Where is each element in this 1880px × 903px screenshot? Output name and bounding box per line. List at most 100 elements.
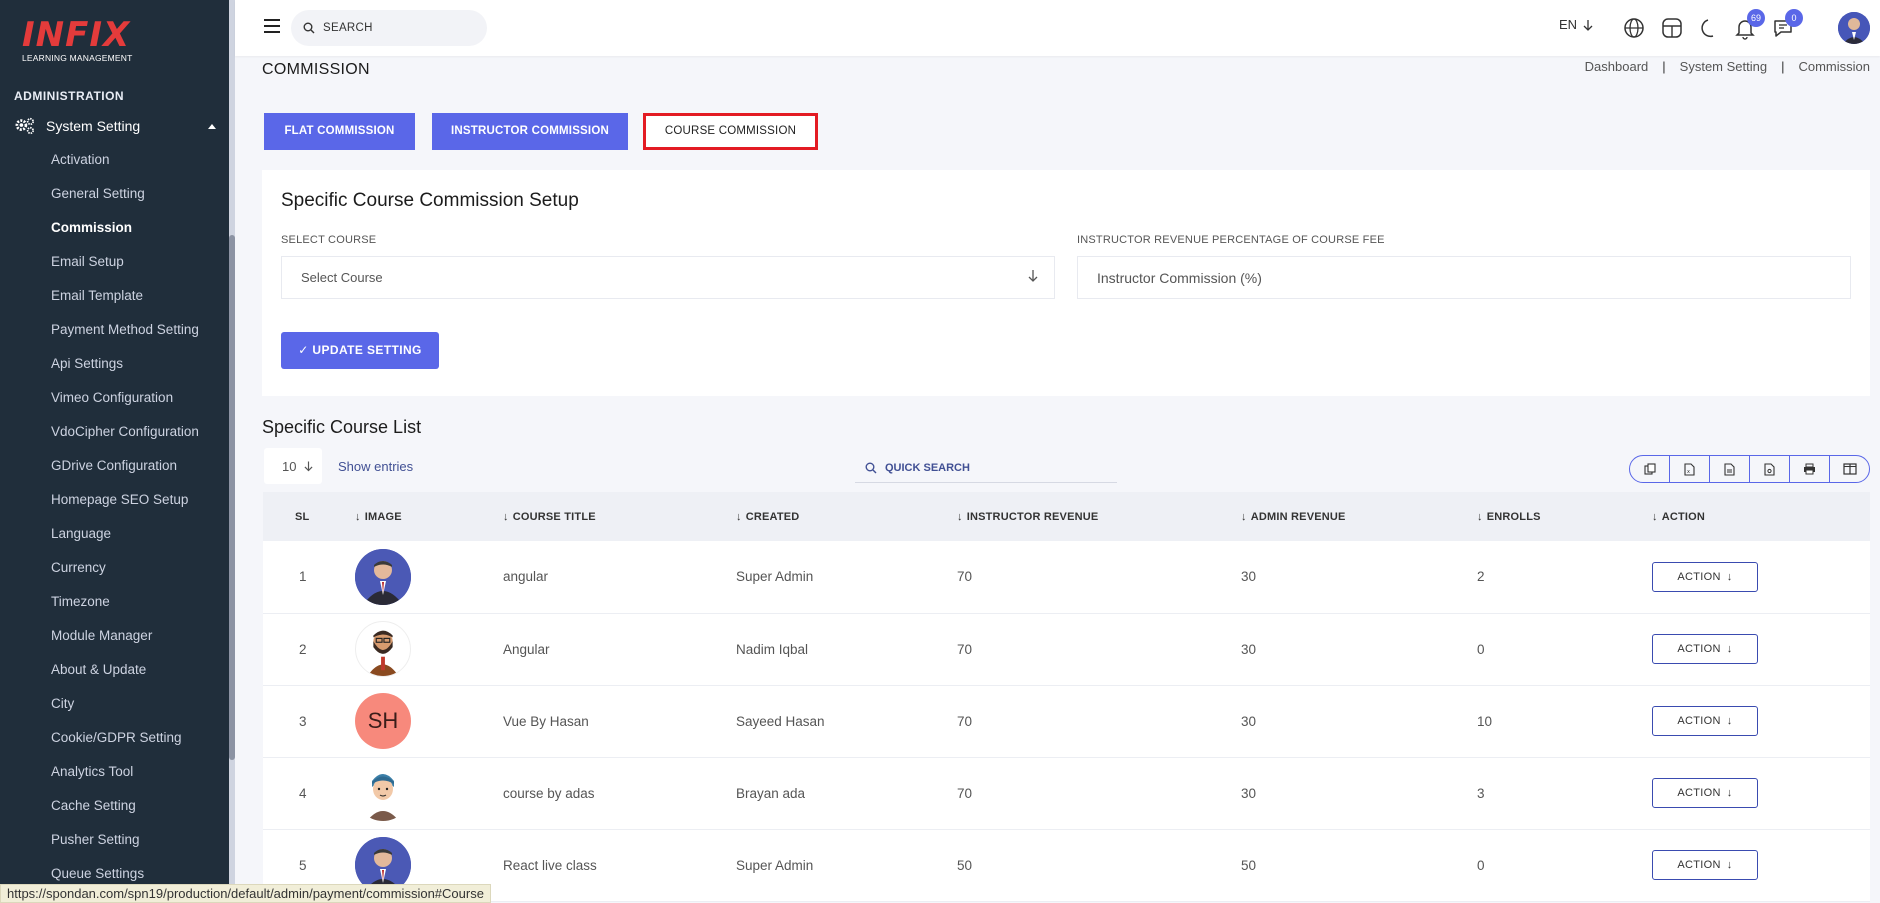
- sidebar-scrollbar[interactable]: [229, 0, 235, 903]
- column-header-admin-revenue[interactable]: ↓ ADMIN REVENUE: [1241, 492, 1477, 541]
- messages[interactable]: 0: [1771, 9, 1803, 40]
- sort-arrow-icon: ↓: [1241, 510, 1247, 523]
- breadcrumb-dashboard[interactable]: Dashboard: [1585, 59, 1649, 74]
- sidebar-item-currency[interactable]: Currency: [51, 556, 199, 590]
- select-course-dropdown[interactable]: Select Course: [281, 256, 1055, 299]
- sort-arrow-icon: ↓: [1652, 510, 1658, 523]
- sidebar-item-payment-method-setting[interactable]: Payment Method Setting: [51, 318, 199, 352]
- copy-button[interactable]: [1630, 456, 1670, 482]
- action-button[interactable]: ACTION ↓: [1652, 778, 1758, 808]
- course-list-heading: Specific Course List: [262, 417, 422, 437]
- sidebar-item-general-setting[interactable]: General Setting: [51, 182, 199, 216]
- action-button[interactable]: ACTION ↓: [1652, 561, 1758, 592]
- search-icon: [303, 22, 315, 34]
- column-header-created[interactable]: ↓ CREATED: [736, 492, 957, 541]
- table-header-row: SL ↓ IMAGE ↓ COURSE TITLE ↓ CREATED ↓ INSTRU…: [263, 492, 1870, 541]
- entries-control: 10 Show entries: [264, 448, 413, 484]
- language-selector[interactable]: EN: [1559, 17, 1593, 32]
- search-input[interactable]: [323, 22, 473, 34]
- sidebar-item-about-update[interactable]: About & Update: [51, 658, 199, 692]
- cell-enrolls: 3: [1477, 785, 1485, 801]
- sidebar-item-language[interactable]: Language: [51, 522, 199, 556]
- scrollbar-thumb[interactable]: [229, 235, 235, 760]
- csv-file-icon: [1724, 462, 1735, 476]
- sidebar-item-module-manager[interactable]: Module Manager: [51, 624, 199, 658]
- arrow-down-icon: [304, 461, 313, 472]
- notification-badge: 69: [1747, 9, 1765, 27]
- sidebar-item-gdrive-configuration[interactable]: GDrive Configuration: [51, 454, 199, 488]
- pdf-button[interactable]: [1750, 456, 1790, 482]
- action-button[interactable]: ACTION ↓: [1652, 706, 1758, 736]
- sidebar-item-commission[interactable]: Commission: [51, 216, 199, 250]
- cell-admin-revenue: 50: [1241, 857, 1257, 873]
- column-header-image[interactable]: ↓ IMAGE: [355, 492, 503, 541]
- course-image[interactable]: [355, 765, 411, 821]
- breadcrumb-system-setting[interactable]: System Setting: [1680, 59, 1767, 74]
- tab-course-commission[interactable]: COURSE COMMISSION: [643, 113, 818, 150]
- sidebar-item-cache-setting[interactable]: Cache Setting: [51, 794, 199, 828]
- sidebar-item-cookie-gdpr-setting[interactable]: Cookie/GDPR Setting: [51, 726, 199, 760]
- svg-text:x: x: [1687, 469, 1690, 475]
- sidebar-item-city[interactable]: City: [51, 692, 199, 726]
- sidebar-item-vimeo-configuration[interactable]: Vimeo Configuration: [51, 386, 199, 420]
- sidebar-item-api-settings[interactable]: Api Settings: [51, 352, 199, 386]
- sidebar-item-timezone[interactable]: Timezone: [51, 590, 199, 624]
- caret-up-icon: [208, 123, 216, 129]
- cell-course-title: angular: [503, 569, 549, 585]
- entries-value: 10: [282, 458, 297, 474]
- arrow-down-icon: ↓: [1726, 570, 1733, 583]
- csv-button[interactable]: [1710, 456, 1750, 482]
- entries-select[interactable]: 10: [264, 448, 322, 484]
- globe-icon[interactable]: [1622, 16, 1646, 40]
- columns-button[interactable]: [1830, 456, 1869, 482]
- user-avatar[interactable]: [1838, 12, 1870, 44]
- quick-search-input[interactable]: [885, 461, 1085, 474]
- cell-sl: 1: [299, 569, 307, 585]
- tab-instructor-commission[interactable]: INSTRUCTOR COMMISSION: [432, 113, 628, 150]
- update-setting-button[interactable]: ✓ UPDATE SETTING: [281, 332, 439, 369]
- sidebar-item-homepage-seo-setup[interactable]: Homepage SEO Setup: [51, 488, 199, 522]
- cell-instructor-revenue: 70: [957, 569, 973, 585]
- layout-icon[interactable]: [1660, 16, 1684, 40]
- column-header-label: ADMIN REVENUE: [1250, 510, 1346, 523]
- course-image[interactable]: [355, 548, 411, 605]
- table-row: 5 React live class Super Admin 50 50 0 A…: [263, 829, 1870, 901]
- sidebar-item-vdocipher-configuration[interactable]: VdoCipher Configuration: [51, 420, 199, 454]
- sort-arrow-icon: ↓: [957, 510, 963, 523]
- action-button[interactable]: ACTION ↓: [1652, 850, 1758, 880]
- print-button[interactable]: [1790, 456, 1830, 482]
- action-button[interactable]: ACTION ↓: [1652, 634, 1758, 664]
- column-header-course-title[interactable]: ↓ COURSE TITLE: [503, 492, 736, 541]
- sidebar-group-system-setting[interactable]: System Setting: [14, 114, 216, 138]
- hamburger-menu-icon[interactable]: [264, 19, 280, 33]
- sidebar-item-analytics-tool[interactable]: Analytics Tool: [51, 760, 199, 794]
- course-table: SL ↓ IMAGE ↓ COURSE TITLE ↓ CREATED ↓ INSTRU…: [263, 492, 1870, 902]
- column-header-sl[interactable]: SL: [263, 492, 355, 541]
- cell-course-title: course by adas: [503, 785, 595, 801]
- excel-button[interactable]: x: [1670, 456, 1710, 482]
- column-header-instructor-revenue[interactable]: ↓ INSTRUCTOR REVENUE: [957, 492, 1241, 541]
- breadcrumb-commission[interactable]: Commission: [1798, 59, 1870, 74]
- logo[interactable]: INFIX LEARNING MANAGEMENT: [22, 18, 142, 68]
- sidebar-item-pusher-setting[interactable]: Pusher Setting: [51, 828, 199, 862]
- top-search[interactable]: [291, 10, 487, 46]
- column-header-label: ACTION: [1661, 510, 1706, 523]
- cell-instructor-revenue: 70: [957, 785, 973, 801]
- column-header-action[interactable]: ↓ ACTION: [1652, 492, 1870, 541]
- course-image-initials[interactable]: SH: [355, 693, 411, 749]
- sidebar-item-email-template[interactable]: Email Template: [51, 284, 199, 318]
- instructor-commission-input[interactable]: [1077, 256, 1851, 299]
- tab-flat-commission[interactable]: FLAT COMMISSION: [264, 113, 415, 150]
- course-image[interactable]: [355, 621, 411, 677]
- notifications[interactable]: 69: [1733, 9, 1765, 40]
- cell-admin-revenue: 30: [1241, 785, 1257, 801]
- copy-icon: [1643, 463, 1656, 475]
- arrow-down-icon: ↓: [1726, 715, 1733, 727]
- moon-icon[interactable]: [1696, 16, 1720, 40]
- cell-sl: 2: [299, 641, 307, 657]
- quick-search[interactable]: [855, 453, 1117, 483]
- status-bar-url: https://spondan.com/spn19/production/def…: [0, 884, 491, 903]
- sidebar-item-activation[interactable]: Activation: [51, 148, 199, 182]
- sidebar-item-email-setup[interactable]: Email Setup: [51, 250, 199, 284]
- column-header-enrolls[interactable]: ↓ ENROLLS: [1477, 492, 1652, 541]
